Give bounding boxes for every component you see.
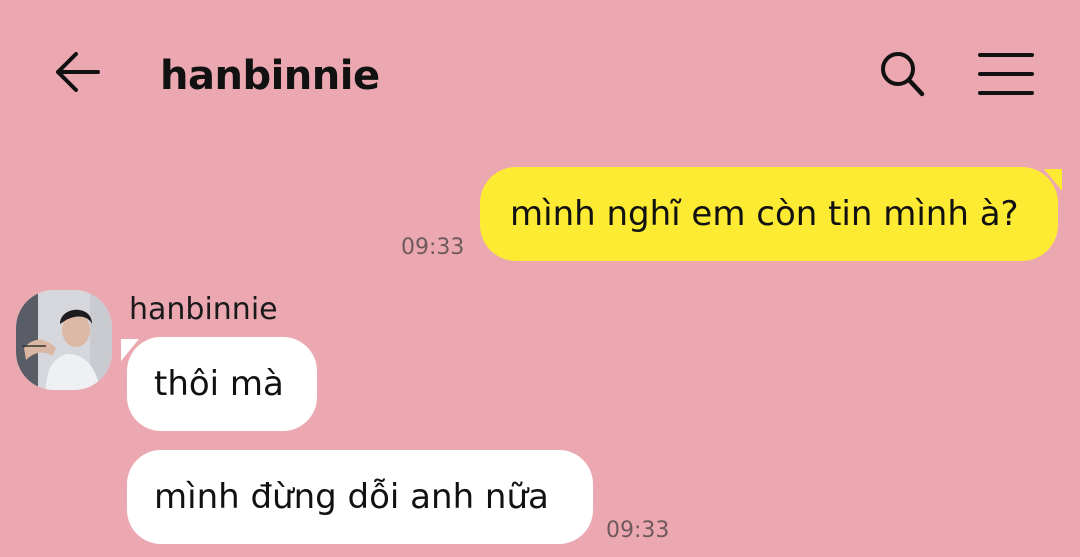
search-button[interactable] xyxy=(872,48,932,104)
message-text: thôi mà xyxy=(154,364,284,404)
bubble-tail xyxy=(121,339,139,361)
menu-button[interactable] xyxy=(974,48,1038,104)
message-timestamp: 09:33 xyxy=(606,518,670,543)
arrow-left-icon xyxy=(52,50,100,98)
outgoing-message-bubble[interactable]: mình nghĩ em còn tin mình à? xyxy=(480,167,1062,261)
message-timestamp: 09:33 xyxy=(401,235,465,260)
sender-name: hanbinnie xyxy=(129,292,278,327)
search-icon xyxy=(876,48,928,104)
bubble-tail xyxy=(1044,169,1062,191)
chat-title: hanbinnie xyxy=(160,53,380,99)
incoming-message-bubble[interactable]: thôi mà xyxy=(121,337,317,431)
message-text: mình đừng dỗi anh nữa xyxy=(154,477,549,517)
back-button[interactable] xyxy=(48,48,104,100)
avatar[interactable] xyxy=(16,290,112,390)
hamburger-menu-icon xyxy=(978,51,1034,101)
message-text: mình nghĩ em còn tin mình à? xyxy=(510,194,1019,234)
incoming-message-bubble[interactable]: mình đừng dỗi anh nữa xyxy=(127,450,593,544)
